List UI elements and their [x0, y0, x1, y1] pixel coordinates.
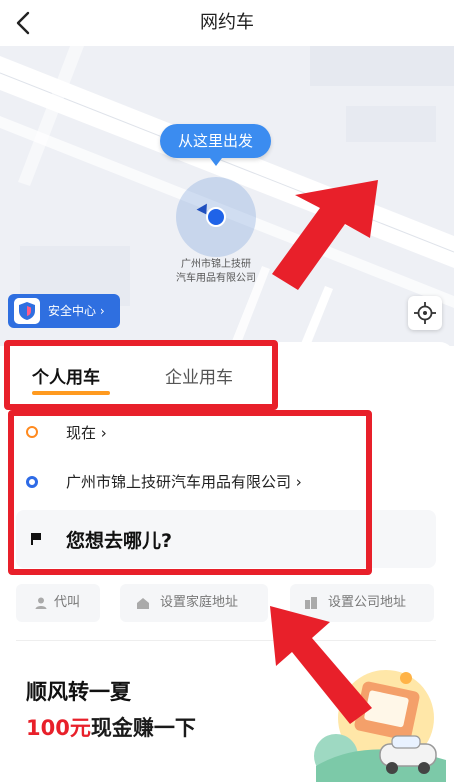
promo-amount: 100元 [26, 716, 91, 740]
set-home-address-button[interactable]: 设置家庭地址 [120, 584, 268, 622]
pickup-here-bubble[interactable]: 从这里出发 [160, 124, 272, 166]
highlight-box-addresses [8, 410, 372, 575]
promo-subtitle[interactable]: 100元现金赚一下 [26, 712, 196, 742]
poi-line-2: 汽车用品有限公司 [176, 273, 256, 284]
person-icon [35, 597, 47, 609]
promo-title[interactable]: 顺风转一夏 [26, 676, 131, 706]
safety-center-button[interactable]: 安全中心 › [8, 294, 120, 328]
map-poi-label: 广州市锦上技研 汽车用品有限公司 [150, 258, 282, 286]
relocate-button[interactable] [408, 296, 442, 330]
set-company-label: 设置公司地址 [328, 595, 407, 610]
proxy-call-label: 代叫 [54, 595, 81, 610]
shield-icon [14, 298, 40, 324]
promo-illustration[interactable] [296, 656, 446, 782]
proxy-call-button[interactable]: 代叫 [16, 584, 100, 622]
crosshair-icon [414, 302, 436, 324]
current-location-dot [206, 207, 226, 227]
building-icon [305, 597, 317, 609]
page-title: 网约车 [200, 12, 254, 33]
section-divider [16, 640, 436, 641]
home-icon [137, 598, 149, 609]
set-home-label: 设置家庭地址 [160, 595, 239, 610]
promo-suffix: 现金赚一下 [90, 716, 196, 740]
set-company-address-button[interactable]: 设置公司地址 [290, 584, 434, 622]
safety-center-label: 安全中心 › [48, 304, 105, 318]
poi-line-1: 广州市锦上技研 [181, 259, 251, 270]
highlight-box-tabs [4, 340, 278, 410]
